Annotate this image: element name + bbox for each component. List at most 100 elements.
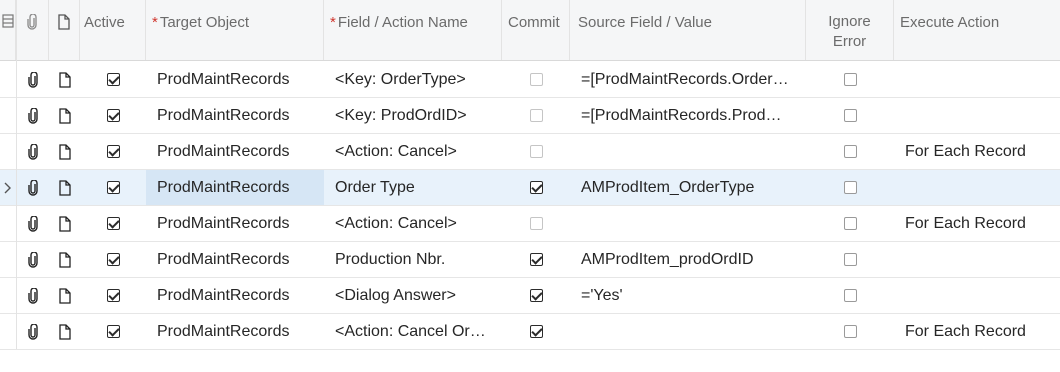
commit-checkbox[interactable] (502, 62, 570, 97)
col-header-active[interactable]: Active (80, 0, 146, 60)
attachment-icon[interactable] (16, 98, 49, 133)
note-icon[interactable] (49, 314, 80, 349)
table-row[interactable]: ProdMaintRecords <Key: ProdOrdID> =[Prod… (0, 98, 1060, 134)
field-action-name-cell[interactable]: <Action: Cancel> (324, 206, 502, 241)
source-field-value-cell[interactable]: ='Yes' (570, 278, 806, 313)
column-chooser-icon[interactable] (0, 0, 16, 60)
target-object-cell[interactable]: ProdMaintRecords (146, 278, 324, 313)
commit-checkbox[interactable] (502, 242, 570, 277)
note-icon[interactable] (49, 206, 80, 241)
target-object-cell[interactable]: ProdMaintRecords (146, 98, 324, 133)
col-header-commit[interactable]: Commit (502, 0, 570, 60)
attachment-icon[interactable] (16, 314, 49, 349)
commit-checkbox[interactable] (502, 134, 570, 169)
row-selector[interactable] (0, 314, 16, 349)
active-checkbox[interactable] (80, 62, 146, 97)
note-icon[interactable] (49, 242, 80, 277)
attachment-icon[interactable] (16, 170, 49, 205)
execute-action-cell[interactable] (894, 98, 1060, 133)
attachment-icon[interactable] (16, 134, 49, 169)
table-row[interactable]: ProdMaintRecords <Action: Cancel> For Ea… (0, 206, 1060, 242)
current-row-arrow-icon[interactable] (0, 170, 16, 205)
attachment-icon[interactable] (16, 206, 49, 241)
commit-checkbox[interactable] (502, 278, 570, 313)
execute-action-cell[interactable]: For Each Record (894, 314, 1060, 349)
target-object-value: ProdMaintRecords (157, 106, 290, 124)
active-checkbox[interactable] (80, 206, 146, 241)
execute-action-cell[interactable]: For Each Record (894, 134, 1060, 169)
source-field-value-cell[interactable]: =[ProdMaintRecords.Prod… (570, 98, 806, 133)
table-row[interactable]: ProdMaintRecords <Key: OrderType> =[Prod… (0, 62, 1060, 98)
source-field-value-cell[interactable] (570, 134, 806, 169)
row-selector[interactable] (0, 206, 16, 241)
source-field-value: =[ProdMaintRecords.Order… (581, 70, 789, 88)
field-action-name-cell[interactable]: Order Type (324, 170, 502, 205)
target-object-cell[interactable]: ProdMaintRecords (146, 206, 324, 241)
table-row[interactable]: ProdMaintRecords Production Nbr. AMProdI… (0, 242, 1060, 278)
attachment-icon[interactable] (16, 242, 49, 277)
commit-checkbox[interactable] (502, 206, 570, 241)
row-selector[interactable] (0, 98, 16, 133)
source-field-value-cell[interactable] (570, 206, 806, 241)
ignore-error-checkbox[interactable] (806, 98, 894, 133)
ignore-error-checkbox[interactable] (806, 206, 894, 241)
source-field-value-cell[interactable]: AMProdItem_prodOrdID (570, 242, 806, 277)
target-object-cell[interactable]: ProdMaintRecords (146, 62, 324, 97)
execute-action-cell[interactable] (894, 278, 1060, 313)
row-selector[interactable] (0, 278, 16, 313)
target-object-cell[interactable]: ProdMaintRecords (146, 314, 324, 349)
attachment-icon[interactable] (16, 62, 49, 97)
col-header-source-field-value[interactable]: Source Field / Value (570, 0, 806, 60)
col-header-ignore-error[interactable]: Ignore Error (806, 0, 894, 60)
field-action-name-cell[interactable]: <Action: Cancel> (324, 134, 502, 169)
ignore-error-checkbox[interactable] (806, 242, 894, 277)
mapping-grid: Active * Target Object * Field / Action Na… (0, 0, 1060, 350)
field-action-name-cell[interactable]: <Key: ProdOrdID> (324, 98, 502, 133)
field-action-name-cell[interactable]: Production Nbr. (324, 242, 502, 277)
table-row[interactable]: ProdMaintRecords <Action: Cancel Or… For… (0, 314, 1060, 350)
col-header-field-action-name[interactable]: * Field / Action Name (324, 0, 502, 60)
note-icon[interactable] (49, 170, 80, 205)
ignore-error-checkbox[interactable] (806, 278, 894, 313)
field-action-name-cell[interactable]: <Action: Cancel Or… (324, 314, 502, 349)
source-field-value-cell[interactable]: AMProdItem_OrderType (570, 170, 806, 205)
note-icon[interactable] (49, 134, 80, 169)
note-icon[interactable] (49, 278, 80, 313)
source-field-value-cell[interactable]: =[ProdMaintRecords.Order… (570, 62, 806, 97)
commit-checkbox[interactable] (502, 170, 570, 205)
ignore-error-checkbox[interactable] (806, 134, 894, 169)
execute-action-cell[interactable]: For Each Record (894, 206, 1060, 241)
note-icon[interactable] (49, 62, 80, 97)
table-row[interactable]: ProdMaintRecords Order Type AMProdItem_O… (0, 170, 1060, 206)
target-object-cell[interactable]: ProdMaintRecords (146, 134, 324, 169)
col-header-target-object[interactable]: * Target Object (146, 0, 324, 60)
active-checkbox[interactable] (80, 242, 146, 277)
execute-action-cell[interactable] (894, 242, 1060, 277)
row-selector[interactable] (0, 62, 16, 97)
execute-action-cell[interactable] (894, 170, 1060, 205)
ignore-error-checkbox[interactable] (806, 314, 894, 349)
table-row[interactable]: ProdMaintRecords <Dialog Answer> ='Yes' (0, 278, 1060, 314)
source-field-value-cell[interactable] (570, 314, 806, 349)
row-selector[interactable] (0, 134, 16, 169)
col-header-execute-action[interactable]: Execute Action (894, 0, 1060, 60)
commit-checkbox[interactable] (502, 98, 570, 133)
execute-action-cell[interactable] (894, 62, 1060, 97)
row-selector[interactable] (0, 242, 16, 277)
ignore-error-checkbox[interactable] (806, 170, 894, 205)
commit-checkbox[interactable] (502, 314, 570, 349)
target-object-cell[interactable]: ProdMaintRecords (146, 242, 324, 277)
attachment-icon[interactable] (16, 278, 49, 313)
active-checkbox[interactable] (80, 170, 146, 205)
field-action-name-cell[interactable]: <Key: OrderType> (324, 62, 502, 97)
note-icon[interactable] (49, 98, 80, 133)
ignore-error-checkbox[interactable] (806, 62, 894, 97)
active-checkbox[interactable] (80, 134, 146, 169)
table-row[interactable]: ProdMaintRecords <Action: Cancel> For Ea… (0, 134, 1060, 170)
active-checkbox[interactable] (80, 98, 146, 133)
field-action-name-value: Production Nbr. (335, 250, 446, 268)
field-action-name-cell[interactable]: <Dialog Answer> (324, 278, 502, 313)
active-checkbox[interactable] (80, 278, 146, 313)
target-object-cell[interactable]: ProdMaintRecords (146, 170, 324, 205)
active-checkbox[interactable] (80, 314, 146, 349)
